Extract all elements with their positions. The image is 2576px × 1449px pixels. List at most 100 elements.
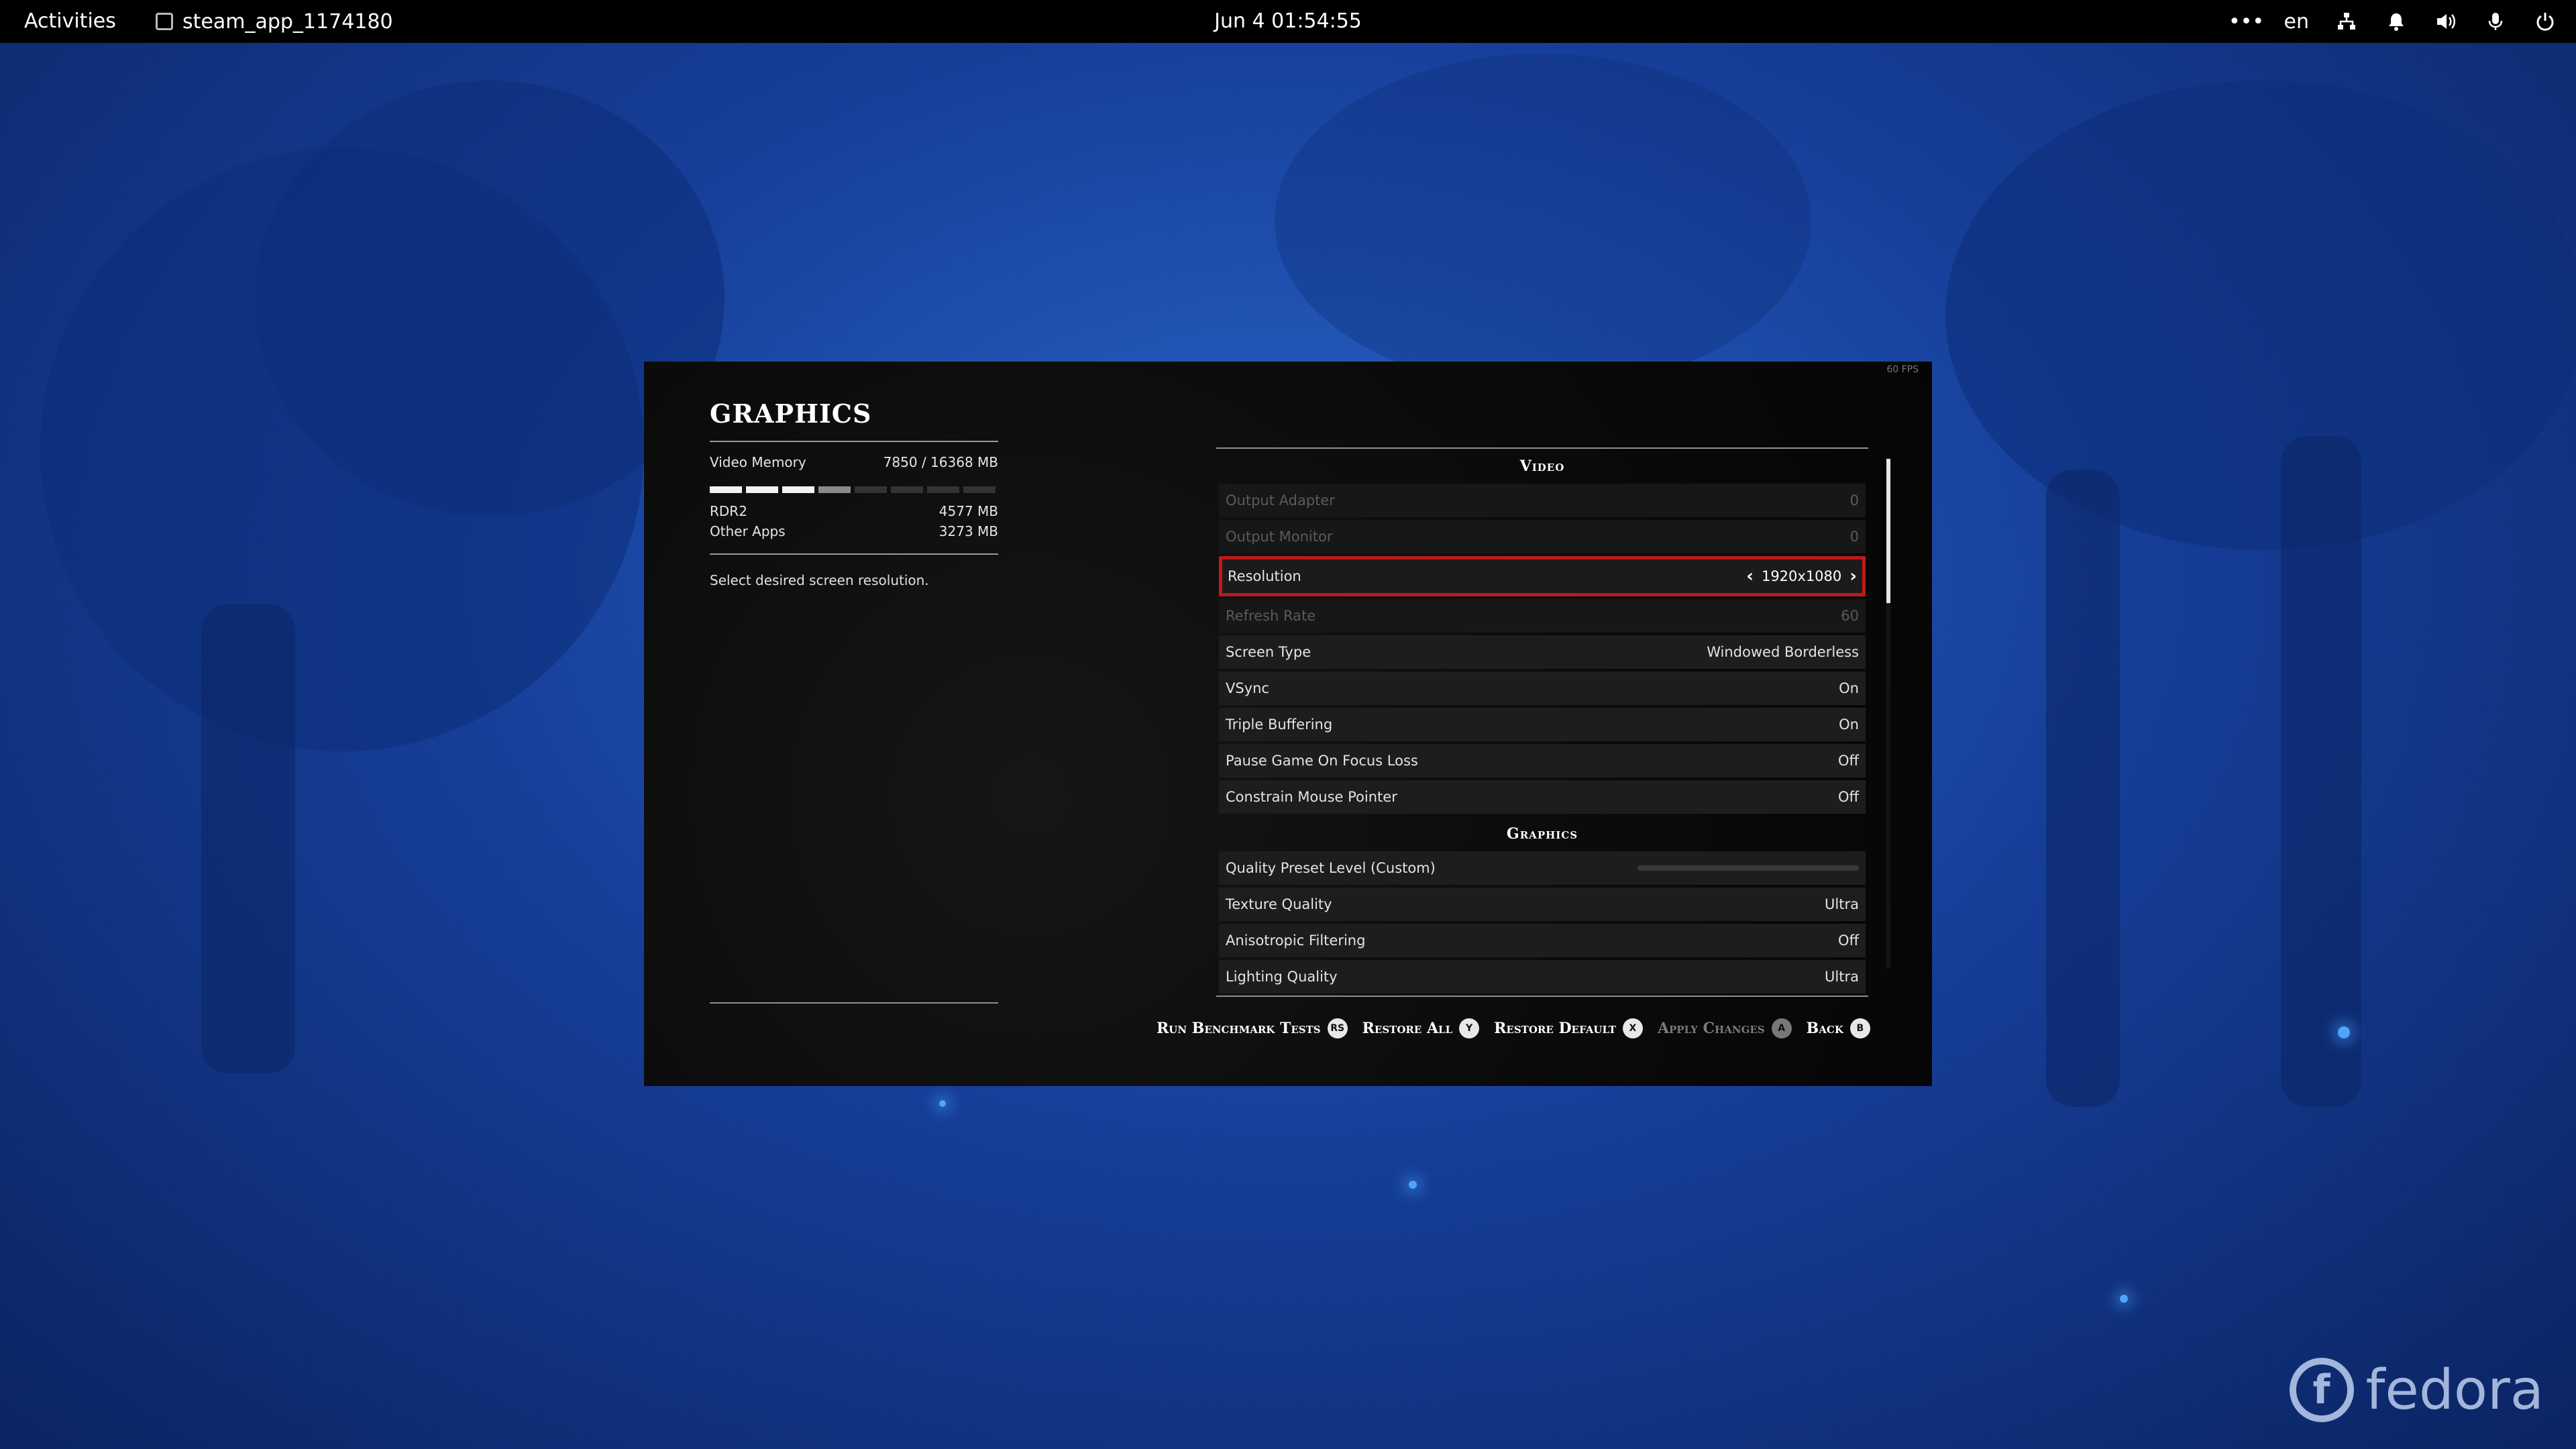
memory-segment: [746, 486, 778, 493]
notification-icon[interactable]: [2384, 9, 2408, 34]
memory-segment: [927, 486, 959, 493]
setting-label: Resolution: [1228, 568, 1301, 584]
fps-counter: 60 FPS: [1886, 364, 1919, 375]
setting-vsync[interactable]: VSync On: [1219, 672, 1866, 705]
setting-label: Anisotropic Filtering: [1226, 932, 1366, 949]
restore-all-button[interactable]: Restore All Y: [1362, 1018, 1480, 1038]
action-label: Back: [1806, 1020, 1843, 1037]
action-label: Run Benchmark Tests: [1157, 1020, 1321, 1037]
microphone-icon[interactable]: [2483, 9, 2508, 34]
restore-default-button[interactable]: Restore Default X: [1494, 1018, 1643, 1038]
setting-texture-quality[interactable]: Texture Quality Ultra: [1219, 888, 1866, 921]
memory-segment: [963, 486, 996, 493]
resolution-selector: ‹ 1920x1080 ›: [1746, 566, 1857, 586]
system-tray: ••• en: [2229, 0, 2557, 43]
setting-label: Quality Preset Level (Custom): [1226, 860, 1436, 876]
setting-description: Select desired screen resolution.: [710, 572, 929, 588]
memory-segment: [818, 486, 851, 493]
setting-value: Windowed Borderless: [1707, 644, 1859, 660]
chevron-right-icon[interactable]: ›: [1849, 566, 1857, 586]
app-memory-row: Other Apps 3273 MB: [710, 521, 998, 541]
setting-value: Ultra: [1825, 896, 1859, 912]
apply-changes-button[interactable]: Apply Changes A: [1658, 1018, 1792, 1038]
video-memory-label: Video Memory: [710, 454, 806, 470]
app-memory-value: 4577 MB: [938, 503, 998, 519]
page-title: GRAPHICS: [710, 398, 872, 429]
setting-label: Triple Buffering: [1226, 716, 1333, 733]
setting-label: Texture Quality: [1226, 896, 1332, 912]
setting-refresh-rate: Refresh Rate 60: [1219, 599, 1866, 633]
setting-label: Lighting Quality: [1226, 969, 1338, 985]
memory-segment: [710, 486, 742, 493]
run-benchmark-button[interactable]: Run Benchmark Tests RS: [1157, 1018, 1348, 1038]
action-label: Restore All: [1362, 1020, 1453, 1037]
setting-quality-preset[interactable]: Quality Preset Level (Custom): [1219, 851, 1866, 885]
action-bar: Run Benchmark Tests RS Restore All Y Res…: [1157, 1016, 1885, 1040]
setting-constrain-mouse[interactable]: Constrain Mouse Pointer Off: [1219, 780, 1866, 814]
setting-value: 0: [1849, 492, 1859, 508]
divider: [710, 1002, 998, 1004]
gamepad-x-icon: X: [1622, 1018, 1643, 1038]
fedora-icon: f: [2289, 1358, 2354, 1422]
memory-segment: [891, 486, 923, 493]
setting-screen-type[interactable]: Screen Type Windowed Borderless: [1219, 635, 1866, 669]
setting-label: VSync: [1226, 680, 1269, 696]
setting-anisotropic-filtering[interactable]: Anisotropic Filtering Off: [1219, 924, 1866, 957]
fedora-wordmark: fedora: [2365, 1358, 2544, 1422]
app-name: steam_app_1174180: [182, 9, 393, 34]
action-label: Apply Changes: [1657, 1020, 1765, 1037]
app-menu[interactable]: steam_app_1174180: [156, 0, 393, 43]
language-indicator[interactable]: en: [2284, 10, 2309, 34]
setting-lighting-quality[interactable]: Lighting Quality Ultra: [1219, 960, 1866, 994]
chevron-left-icon[interactable]: ‹: [1746, 566, 1754, 586]
setting-pause-on-focus-loss[interactable]: Pause Game On Focus Loss Off: [1219, 744, 1866, 777]
setting-value: Off: [1838, 789, 1859, 805]
divider: [710, 553, 998, 555]
top-bar: Activities steam_app_1174180 Jun 4 01:54…: [0, 0, 2576, 43]
setting-label: Constrain Mouse Pointer: [1226, 789, 1397, 805]
video-memory-value: 7850 / 16368 MB: [883, 454, 998, 470]
setting-resolution[interactable]: Resolution ‹ 1920x1080 ›: [1219, 556, 1866, 596]
fedora-logo: f fedora: [2289, 1358, 2544, 1422]
setting-triple-buffering[interactable]: Triple Buffering On: [1219, 708, 1866, 741]
quality-preset-slider[interactable]: [1638, 865, 1859, 871]
activities-button[interactable]: Activities: [24, 0, 116, 43]
setting-value: 1920x1080: [1761, 568, 1842, 584]
info-panel: GRAPHICS Video Memory 7850 / 16368 MB RD…: [710, 398, 998, 588]
section-header-video: Video: [1519, 458, 1565, 475]
power-icon[interactable]: [2533, 9, 2557, 34]
gamepad-rs-icon: RS: [1327, 1018, 1348, 1038]
setting-value: Off: [1838, 932, 1859, 949]
video-memory-row: Video Memory 7850 / 16368 MB: [710, 454, 998, 470]
setting-output-adapter: Output Adapter 0: [1219, 484, 1866, 517]
network-icon[interactable]: [2334, 9, 2359, 34]
setting-value: Ultra: [1825, 969, 1859, 985]
app-memory-row: RDR2 4577 MB: [710, 501, 998, 521]
setting-label: Pause Game On Focus Loss: [1226, 753, 1418, 769]
setting-value: On: [1839, 716, 1859, 733]
gamepad-b-icon: B: [1849, 1018, 1870, 1038]
divider: [1216, 996, 1868, 997]
video-memory-bar: [710, 486, 998, 493]
overflow-icon[interactable]: •••: [2229, 9, 2264, 34]
section-header-graphics: Graphics: [1506, 825, 1578, 843]
volume-icon[interactable]: [2434, 9, 2458, 34]
setting-label: Output Monitor: [1226, 529, 1333, 545]
back-button[interactable]: Back B: [1807, 1018, 1870, 1038]
action-label: Restore Default: [1494, 1020, 1616, 1037]
scrollbar-thumb[interactable]: [1886, 459, 1890, 603]
memory-segment: [782, 486, 814, 493]
setting-value: 0: [1849, 529, 1859, 545]
gamepad-a-icon: A: [1771, 1018, 1792, 1038]
setting-label: Output Adapter: [1226, 492, 1335, 508]
setting-output-monitor: Output Monitor 0: [1219, 520, 1866, 553]
setting-value: On: [1839, 680, 1859, 696]
setting-value: 60: [1841, 608, 1859, 624]
setting-value: Off: [1838, 753, 1859, 769]
memory-segment: [855, 486, 887, 493]
scrollbar[interactable]: [1886, 459, 1890, 969]
gamepad-y-icon: Y: [1459, 1018, 1480, 1038]
setting-label: Refresh Rate: [1226, 608, 1316, 624]
settings-list: Video Output Adapter 0 Output Monitor 0 …: [1216, 447, 1868, 996]
app-memory-name: Other Apps: [710, 523, 786, 539]
